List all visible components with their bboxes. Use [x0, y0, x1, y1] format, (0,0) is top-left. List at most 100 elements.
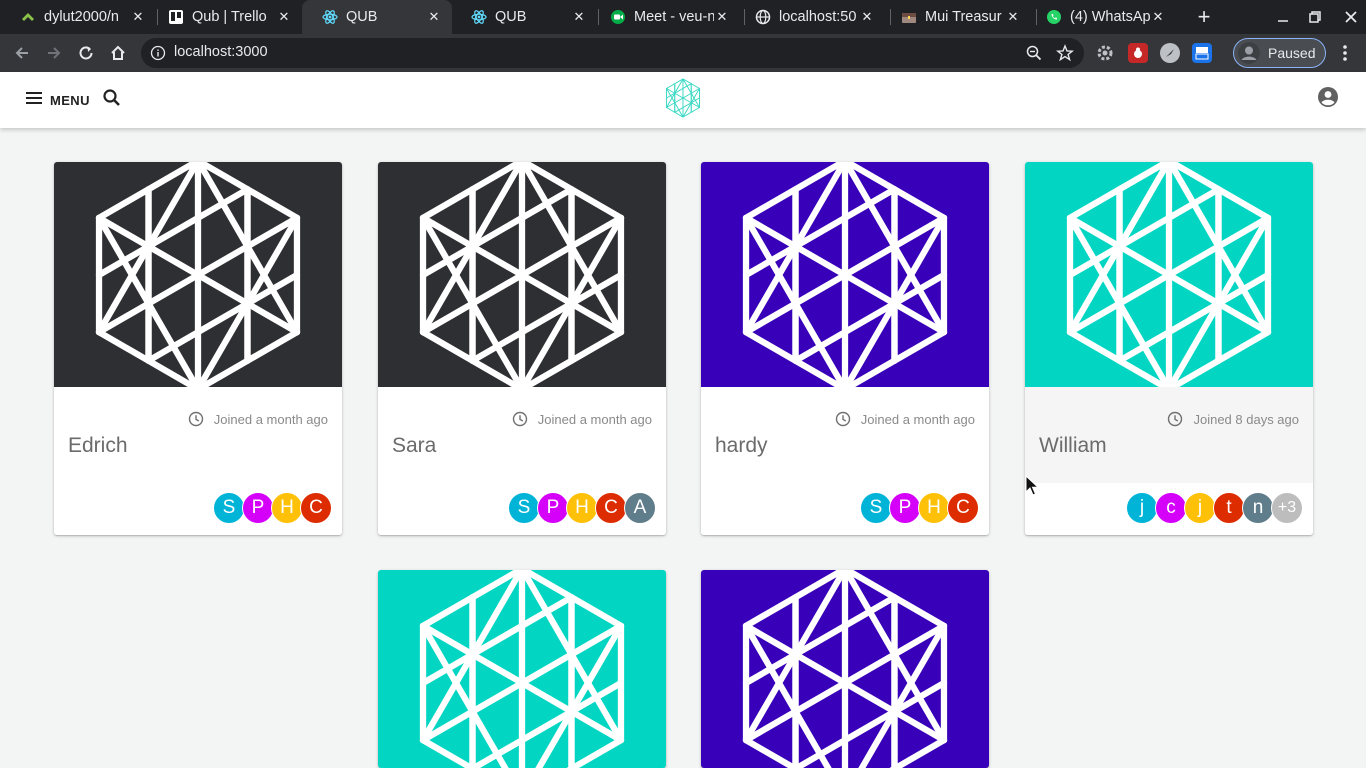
extension-bug-icon[interactable] — [1128, 43, 1148, 63]
close-tab-icon[interactable]: ✕ — [714, 9, 730, 25]
card-actions: A C H P S — [378, 483, 666, 535]
mouse-cursor-icon — [1025, 474, 1040, 497]
bookmark-star-icon[interactable] — [1055, 44, 1075, 62]
user-card-edrich[interactable]: Joined a month ago Edrich C H P S — [54, 162, 342, 535]
avatar[interactable]: P — [242, 492, 274, 524]
user-name: hardy — [715, 434, 768, 457]
avatar[interactable]: j — [1126, 492, 1158, 524]
back-icon[interactable] — [10, 41, 34, 65]
avatar[interactable]: t — [1213, 492, 1245, 524]
user-card-5[interactable] — [378, 570, 666, 768]
address-bar[interactable]: localhost:3000 — [141, 38, 1084, 68]
trello-icon — [168, 9, 184, 25]
avatar[interactable]: A — [624, 492, 656, 524]
search-icon[interactable] — [100, 86, 124, 110]
avatar[interactable]: C — [300, 492, 332, 524]
hexagon-logo-icon — [95, 162, 301, 392]
new-tab-icon[interactable]: + — [1192, 4, 1216, 30]
avatar[interactable]: S — [213, 492, 245, 524]
browser-tabstrip: dylut2000/n ✕ Qub | Trello ✕ QUB ✕ QUB ✕… — [0, 0, 1366, 34]
react-icon — [322, 9, 338, 25]
avatar[interactable]: c — [1155, 492, 1187, 524]
hamburger-icon — [26, 91, 42, 110]
close-tab-icon[interactable]: ✕ — [1005, 9, 1021, 25]
user-card-sara[interactable]: Joined a month ago Sara A C H P S — [378, 162, 666, 535]
avatar[interactable]: n — [1242, 492, 1274, 524]
close-tab-icon[interactable]: ✕ — [426, 9, 442, 25]
avatar-group: A C H P S — [508, 492, 656, 524]
user-card-6[interactable] — [701, 570, 989, 768]
extension-gear-icon[interactable] — [1095, 43, 1115, 63]
clock-icon — [512, 411, 527, 427]
avatar[interactable]: j — [1184, 492, 1216, 524]
profile-status-label: Paused — [1268, 45, 1316, 61]
close-tab-icon[interactable]: ✕ — [859, 9, 875, 25]
card-banner — [378, 162, 666, 392]
card-actions: +3 n t j c j — [1025, 483, 1313, 535]
avatar-group: C H P S — [860, 492, 979, 524]
close-tab-icon[interactable]: ✕ — [571, 9, 587, 25]
hexagon-logo-icon — [1066, 162, 1272, 392]
github-icon — [20, 9, 36, 25]
avatar[interactable]: S — [860, 492, 892, 524]
avatar[interactable]: H — [918, 492, 950, 524]
browser-tab-2[interactable]: Qub | Trello ✕ — [148, 0, 302, 34]
avatar-overflow-count[interactable]: +3 — [1271, 492, 1303, 524]
card-banner — [1025, 162, 1313, 392]
user-name: William — [1039, 434, 1107, 457]
card-banner — [378, 570, 666, 768]
browser-tab-6[interactable]: localhost:50 ✕ — [735, 0, 885, 34]
app-bar: MENU — [0, 72, 1366, 128]
forward-icon[interactable] — [42, 41, 66, 65]
home-icon[interactable] — [106, 41, 130, 65]
avatar[interactable]: C — [595, 492, 627, 524]
card-actions: C H P S — [54, 483, 342, 535]
browser-tab-5[interactable]: Meet - veu-n ✕ — [590, 0, 740, 34]
restore-icon[interactable] — [1300, 0, 1330, 34]
extension-js-icon[interactable] — [1192, 43, 1212, 63]
browser-tab-3-active[interactable]: QUB ✕ — [302, 0, 452, 34]
menu-button[interactable]: MENU — [20, 84, 96, 116]
card-content: Joined a month ago Edrich — [54, 387, 342, 483]
profile-button[interactable]: Paused — [1233, 38, 1326, 68]
avatar[interactable]: H — [566, 492, 598, 524]
treasure-icon — [901, 9, 917, 25]
browser-tab-1[interactable]: dylut2000/n ✕ — [0, 0, 156, 34]
menu-label: MENU — [50, 92, 90, 108]
card-content: Joined 8 days ago William — [1025, 387, 1313, 483]
card-content: Joined a month ago hardy — [701, 387, 989, 483]
avatar[interactable]: P — [537, 492, 569, 524]
avatar[interactable]: C — [947, 492, 979, 524]
app-logo[interactable] — [663, 78, 703, 118]
browser-tab-8[interactable]: (4) WhatsAp ✕ — [1026, 0, 1176, 34]
avatar[interactable]: S — [508, 492, 540, 524]
meet-icon — [610, 9, 626, 25]
reload-icon[interactable] — [74, 41, 98, 65]
user-card-hardy[interactable]: Joined a month ago hardy C H P S — [701, 162, 989, 535]
avatar-group: C H P S — [213, 492, 332, 524]
browser-tab-7[interactable]: Mui Treasur ✕ — [881, 0, 1031, 34]
close-tab-icon[interactable]: ✕ — [276, 9, 292, 25]
browser-tab-4[interactable]: QUB ✕ — [451, 0, 597, 34]
hexagon-logo-icon — [419, 570, 625, 768]
user-card-william[interactable]: Joined 8 days ago William +3 n t j c j — [1025, 162, 1313, 535]
account-icon[interactable] — [1316, 85, 1340, 109]
url-text: localhost:3000 — [174, 44, 268, 60]
close-tab-icon[interactable]: ✕ — [1150, 9, 1166, 25]
avatar[interactable]: P — [889, 492, 921, 524]
browser-menu-icon[interactable] — [1338, 43, 1352, 63]
site-info-icon[interactable] — [150, 45, 166, 61]
clock-icon — [1168, 411, 1183, 427]
card-content: Joined a month ago Sara — [378, 387, 666, 483]
minimize-icon[interactable] — [1268, 0, 1298, 34]
zoom-icon[interactable] — [1026, 45, 1042, 61]
close-window-icon[interactable] — [1336, 0, 1366, 34]
close-tab-icon[interactable]: ✕ — [130, 9, 146, 25]
avatar[interactable]: H — [271, 492, 303, 524]
joined-date: Joined a month ago — [835, 411, 975, 427]
extension-compass-icon[interactable] — [1160, 43, 1180, 63]
card-banner — [54, 162, 342, 392]
hexagon-logo-icon — [742, 162, 948, 392]
card-actions: C H P S — [701, 483, 989, 535]
hexagon-logo-icon — [742, 570, 948, 768]
